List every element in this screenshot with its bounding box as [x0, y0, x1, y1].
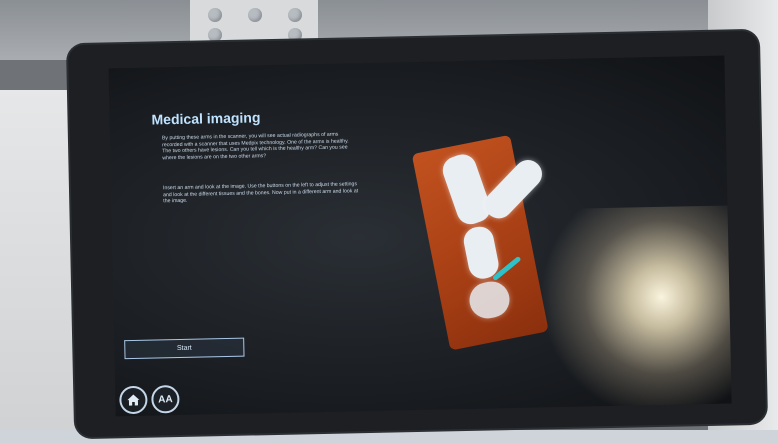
text-size-button[interactable]: AA — [151, 385, 180, 414]
tablet-bezel: Medical imaging By putting these arms in… — [67, 30, 767, 438]
intro-paragraph: By putting these arms in the scanner, yo… — [161, 131, 349, 162]
scan-image — [411, 134, 549, 351]
bracket-bolt — [208, 28, 222, 42]
bracket-bolt — [288, 8, 302, 22]
screen-glare — [527, 204, 732, 410]
bone — [466, 278, 513, 322]
start-button[interactable]: Start — [124, 337, 245, 360]
bone — [479, 154, 548, 225]
bone — [461, 224, 501, 282]
instructions-paragraph: Insert an arm and look at the image. Use… — [162, 181, 359, 205]
home-icon — [127, 394, 140, 406]
bone — [439, 150, 495, 228]
bracket-bolt — [208, 8, 222, 22]
page-title: Medical imaging — [151, 109, 261, 128]
tablet-screen: Medical imaging By putting these arms in… — [108, 55, 732, 417]
home-button[interactable] — [119, 385, 148, 415]
bracket-bolt — [248, 8, 262, 22]
